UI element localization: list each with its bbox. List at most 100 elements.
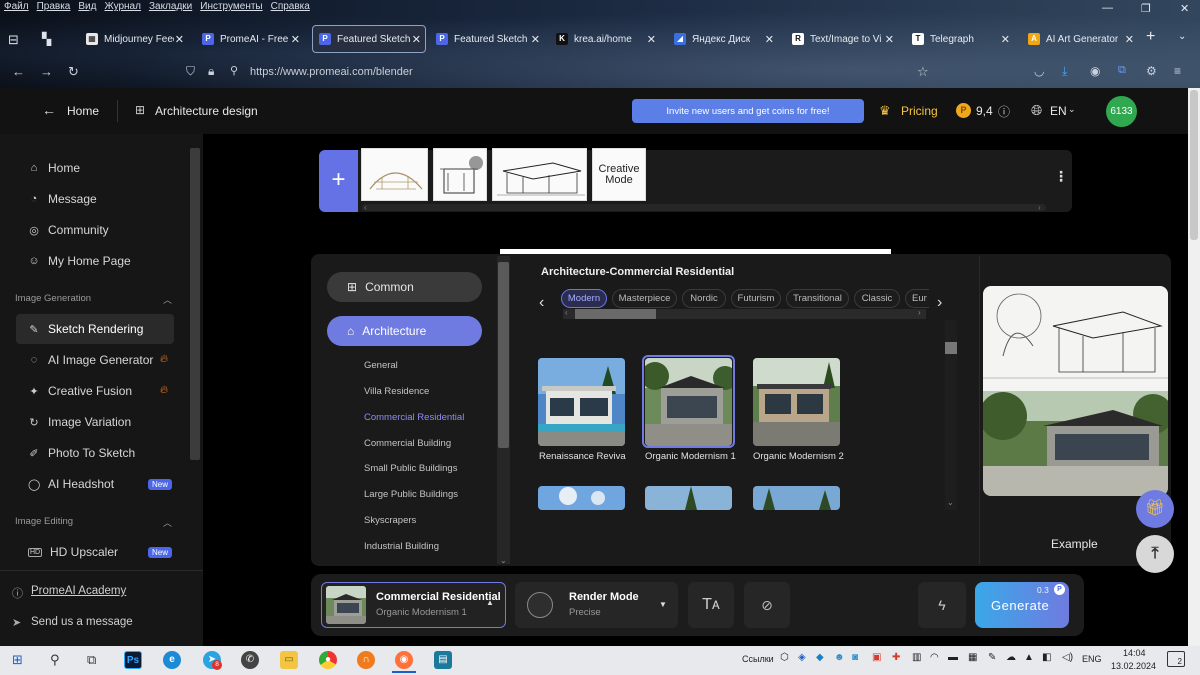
firefox-icon[interactable]: ◉ <box>395 651 413 669</box>
sidebar-item-home[interactable]: ⌂ Home <box>16 153 174 183</box>
sidebar-scrollbar[interactable] <box>190 148 200 460</box>
app-icon[interactable]: ▤ <box>434 651 452 669</box>
fast-mode-button[interactable]: ϟ <box>918 582 966 628</box>
pen-icon[interactable]: ✎ <box>988 652 996 663</box>
pricing-link[interactable]: Pricing <box>901 104 938 118</box>
tab-1[interactable]: P PromeAI - Free AI✕ <box>196 24 304 54</box>
scroll-down-icon[interactable]: ⌄ <box>947 498 954 507</box>
category-common[interactable]: ⊞ Common <box>327 272 482 302</box>
bookmark-star-icon[interactable]: ☆ <box>917 64 929 80</box>
close-tab-icon[interactable]: ✕ <box>412 33 421 46</box>
sidebar-item-my-home-page[interactable]: ☺ My Home Page <box>16 246 174 276</box>
download-icon[interactable]: ⤓ <box>1062 64 1067 79</box>
subcategory-general[interactable]: General <box>364 360 398 371</box>
subcategory-large-public-buildings[interactable]: Large Public Buildings <box>364 489 458 500</box>
app-icon[interactable]: ∩ <box>357 651 375 669</box>
lock-icon[interactable]: 🔒︎ <box>208 64 214 79</box>
caret-down-icon[interactable]: ▼ <box>659 600 667 609</box>
notification-center-icon[interactable]: 2 <box>1167 651 1185 667</box>
styles-scroll-thumb[interactable] <box>575 309 656 319</box>
back-to-top-icon[interactable]: ⤒ <box>1136 535 1174 573</box>
sidebar-item-sketch-rendering[interactable]: ✎ Sketch Rendering <box>16 314 174 344</box>
creative-mode-thumbnail[interactable]: Creative Mode <box>592 148 646 201</box>
back-icon[interactable]: ← <box>12 64 25 79</box>
sidebar-item-image-variation[interactable]: ↻ Image Variation <box>16 407 174 437</box>
sidebar-item-ai-image-generator[interactable]: ◌ AI Image Generator <box>16 345 174 375</box>
style-card-partial[interactable] <box>645 486 732 510</box>
menu-view[interactable]: Вид <box>78 1 96 15</box>
close-tab-icon[interactable]: ✕ <box>1001 33 1010 46</box>
negative-prompt-button[interactable]: ⊘ <box>744 582 790 628</box>
subcategory-villa-residence[interactable]: Villa Residence <box>364 386 429 397</box>
chevron-up-icon[interactable]: ︿ <box>163 293 172 306</box>
tray-icon[interactable]: ▣ <box>872 652 881 663</box>
tab-3[interactable]: P Featured Sketch R ✕ <box>430 24 544 54</box>
sidebar-item-community[interactable]: ◎ Community <box>16 215 174 245</box>
subcategory-skyscrapers[interactable]: Skyscrapers <box>364 515 416 526</box>
style-pill-nordic[interactable]: Nordic <box>682 289 726 308</box>
list-tabs-icon[interactable]: ⌄ <box>1178 31 1186 42</box>
input-language[interactable]: ENG <box>1082 654 1102 664</box>
scroll-left-icon[interactable]: ‹ <box>364 203 367 212</box>
tray-icon[interactable]: ⬡ <box>780 652 789 663</box>
address-bar[interactable]: https://www.promeai.com/blender <box>250 66 413 78</box>
tab-0[interactable]: ▦ Midjourney Feed ✕ <box>80 24 188 54</box>
close-tab-icon[interactable]: ✕ <box>647 33 656 46</box>
subcategory-commercial-building[interactable]: Commercial Building <box>364 438 451 449</box>
menu-edit[interactable]: Правка <box>37 1 71 15</box>
forward-icon[interactable]: → <box>40 64 53 79</box>
close-window-icon[interactable]: ✕ <box>1180 2 1189 15</box>
style-pill-modern[interactable]: Modern <box>561 289 607 308</box>
subcategory-industrial-building[interactable]: Industrial Building <box>364 541 439 552</box>
task-view-icon[interactable]: ⧉ <box>87 652 96 668</box>
academy-link[interactable]: PromeAI Academy <box>31 585 126 597</box>
avatar[interactable]: 6133 <box>1106 96 1137 127</box>
style-pill-masterpiece[interactable]: Masterpiece <box>612 289 677 308</box>
cloud-icon[interactable]: ☁ <box>1006 652 1016 663</box>
styles-next-icon[interactable]: › <box>937 294 942 312</box>
pocket-icon[interactable]: ◡ <box>1034 64 1044 78</box>
menu-bookmarks[interactable]: Закладки <box>149 1 192 15</box>
styles-prev-icon[interactable]: ‹ <box>539 294 544 312</box>
scroll-down-icon[interactable]: ⌄ <box>500 556 507 565</box>
scroll-right-icon[interactable]: › <box>1038 203 1041 212</box>
add-image-button[interactable]: + <box>319 150 358 212</box>
style-card-partial[interactable] <box>538 486 625 510</box>
strip-scrollbar[interactable] <box>362 204 1046 211</box>
close-tab-icon[interactable]: ✕ <box>765 33 774 46</box>
tray-icon[interactable]: ▥ <box>912 652 921 663</box>
sketch-thumbnail[interactable] <box>492 148 587 201</box>
invite-banner[interactable]: Invite new users and get coins for free! <box>632 99 864 123</box>
tray-icon[interactable]: ☻ <box>834 652 845 663</box>
new-tab-icon[interactable]: + <box>1146 28 1155 46</box>
menu-history[interactable]: Журнал <box>104 1 141 15</box>
style-pill-classic[interactable]: Classic <box>854 289 900 308</box>
style-card-partial[interactable] <box>753 486 840 510</box>
menu-file[interactable]: Файл <box>4 1 29 15</box>
sketch-thumbnail[interactable] <box>361 148 428 201</box>
page-scroll-thumb[interactable] <box>1190 90 1198 240</box>
clock-time[interactable]: 14:04 <box>1123 648 1146 658</box>
sidebar-item-creative-fusion[interactable]: ✦ Creative Fusion <box>16 376 174 406</box>
close-tab-icon[interactable]: ✕ <box>1125 33 1134 46</box>
tab-7[interactable]: T Telegraph ✕ <box>906 24 1014 54</box>
gift-icon[interactable]: 🎁︎ <box>1136 490 1174 528</box>
text-prompt-button[interactable]: Tᴀ <box>688 582 734 628</box>
tray-icon[interactable]: ◈ <box>798 652 806 663</box>
volume-icon[interactable]: ◁) <box>1062 652 1073 663</box>
style-card-organic-modernism-2[interactable] <box>753 358 840 446</box>
sidebar-item-message[interactable]: ◔ Message <box>16 184 174 214</box>
whatsapp-icon[interactable]: ✆ <box>241 651 259 669</box>
wifi-icon[interactable]: ◠ <box>930 652 939 663</box>
search-icon[interactable]: ⚲ <box>50 652 60 668</box>
sketch-thumbnail[interactable] <box>433 148 487 201</box>
send-message-link[interactable]: Send us a message <box>31 616 133 628</box>
scroll-right-icon[interactable]: › <box>918 308 921 317</box>
sidebar-item-photo-to-sketch[interactable]: ✐ Photo To Sketch <box>16 438 174 468</box>
style-card-renaissance[interactable] <box>538 358 625 446</box>
back-arrow-icon[interactable]: ← <box>42 102 56 118</box>
extensions-icon[interactable]: ⚙ <box>1146 64 1157 78</box>
tab-2[interactable]: P Featured Sketch R ✕ <box>312 25 426 53</box>
help-icon[interactable]: ⓘ <box>998 103 1010 120</box>
account-icon[interactable]: ◉ <box>1090 64 1100 78</box>
